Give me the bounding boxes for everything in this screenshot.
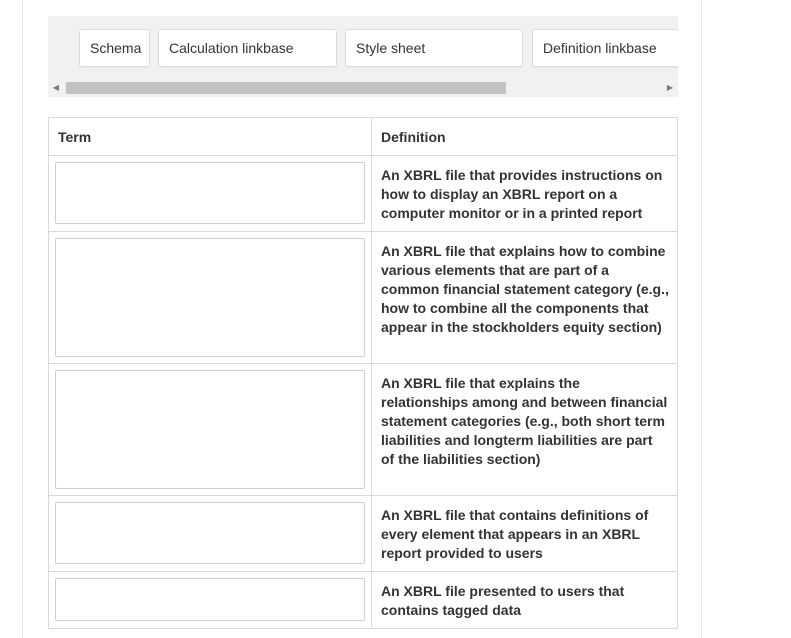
term-drop-zone[interactable] bbox=[55, 502, 365, 564]
term-drop-cell bbox=[48, 495, 372, 572]
definition-text: An XBRL file that contains definitions o… bbox=[371, 495, 678, 572]
definition-column-header: Definition bbox=[371, 117, 678, 156]
term-drop-zone[interactable] bbox=[55, 238, 365, 357]
page: Schema Calculation linkbase Style sheet … bbox=[0, 0, 791, 638]
term-drop-zone[interactable] bbox=[55, 162, 365, 224]
scrollbar-thumb[interactable] bbox=[66, 82, 506, 94]
term-drop-cell bbox=[48, 231, 372, 364]
horizontal-scrollbar[interactable]: ◀ ▶ bbox=[48, 80, 678, 96]
definition-text: An XBRL file presented to users that con… bbox=[371, 571, 678, 629]
term-bank: Schema Calculation linkbase Style sheet … bbox=[48, 16, 678, 97]
matching-table: Term Definition An XBRL file that provid… bbox=[48, 117, 678, 629]
term-drop-cell bbox=[48, 363, 372, 496]
scroll-left-arrow-icon[interactable]: ◀ bbox=[48, 80, 64, 96]
definition-text: An XBRL file that provides instructions … bbox=[371, 155, 678, 232]
definition-text: An XBRL file that explains the relations… bbox=[371, 363, 678, 496]
table-row: An XBRL file that explains how to combin… bbox=[48, 231, 678, 364]
definition-text: An XBRL file that explains how to combin… bbox=[371, 231, 678, 364]
question-card: Schema Calculation linkbase Style sheet … bbox=[22, 0, 702, 638]
scroll-right-arrow-icon[interactable]: ▶ bbox=[662, 80, 678, 96]
table-row: An XBRL file presented to users that con… bbox=[48, 571, 678, 629]
term-chip-calculation-linkbase[interactable]: Calculation linkbase bbox=[158, 29, 337, 67]
table-row: An XBRL file that explains the relations… bbox=[48, 363, 678, 496]
term-drop-zone[interactable] bbox=[55, 578, 365, 621]
term-chip-style-sheet[interactable]: Style sheet bbox=[345, 29, 523, 67]
term-drop-zone[interactable] bbox=[55, 370, 365, 489]
term-drop-cell bbox=[48, 155, 372, 232]
term-chip-definition-linkbase[interactable]: Definition linkbase bbox=[532, 29, 678, 67]
table-header-row: Term Definition bbox=[48, 117, 678, 156]
term-drop-cell bbox=[48, 571, 372, 629]
term-chip-schema[interactable]: Schema bbox=[79, 29, 150, 67]
table-row: An XBRL file that provides instructions … bbox=[48, 155, 678, 232]
term-column-header: Term bbox=[48, 117, 372, 156]
table-row: An XBRL file that contains definitions o… bbox=[48, 495, 678, 572]
